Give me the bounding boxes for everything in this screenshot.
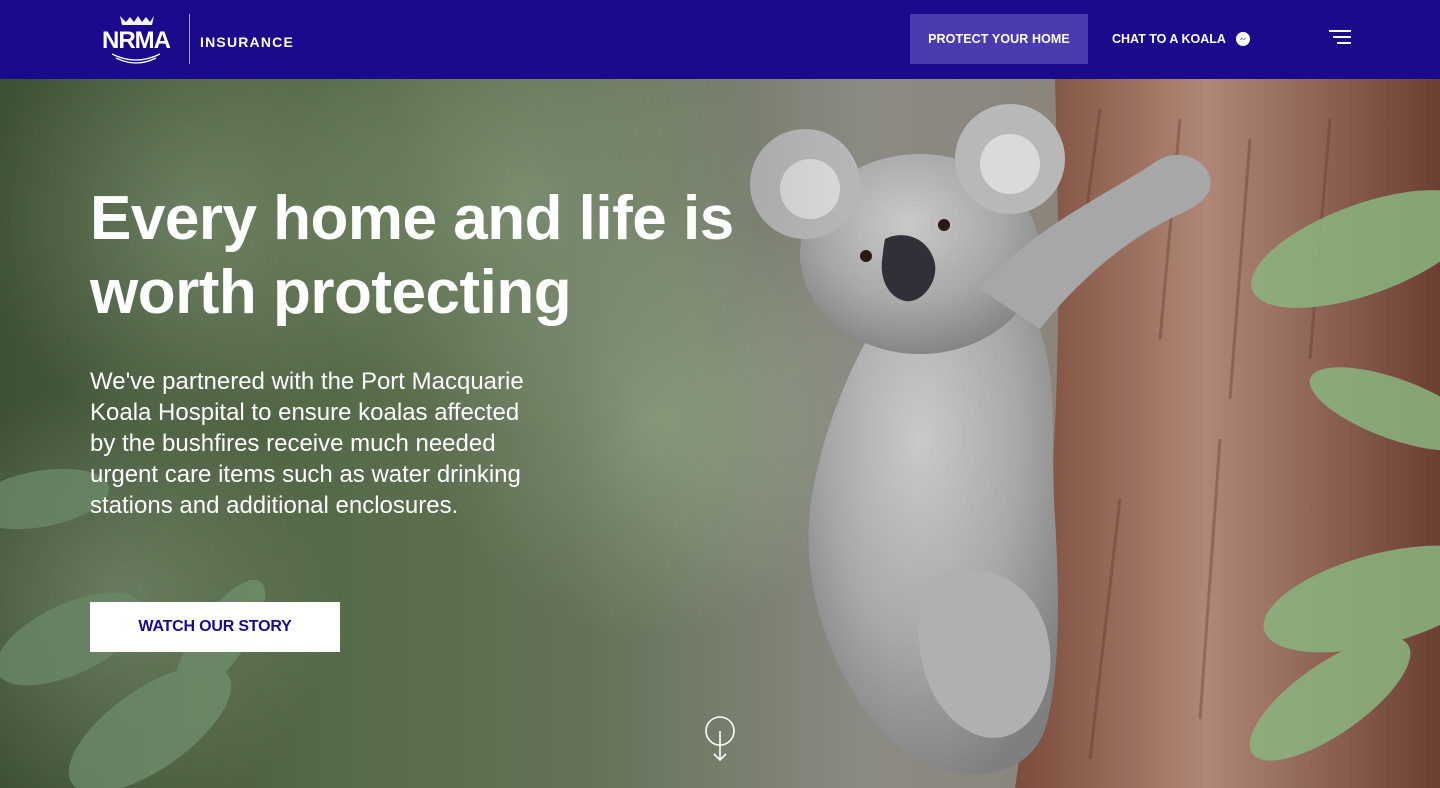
chat-label: CHAT TO A KOALA — [1112, 32, 1226, 46]
watch-our-story-button[interactable]: WATCH OUR STORY — [90, 602, 340, 652]
svg-text:NRMA: NRMA — [102, 27, 171, 54]
scroll-down-icon-svg — [705, 716, 735, 762]
logo-divider — [189, 14, 190, 64]
logo-subtitle: INSURANCE — [200, 34, 295, 50]
chat-to-a-koala-link[interactable]: CHAT TO A KOALA — [1112, 14, 1250, 64]
hero-description: We've partnered with the Port Macquarie … — [90, 368, 524, 519]
messenger-icon — [1235, 32, 1250, 46]
scroll-down-icon[interactable] — [703, 716, 737, 764]
hamburger-menu-icon[interactable] — [1329, 30, 1351, 46]
nrma-logo[interactable]: NRMA — [90, 14, 182, 66]
hero-section: Every home and life is worth protecting … — [0, 79, 1440, 788]
protect-your-home-button[interactable]: PROTECT YOUR HOME — [910, 14, 1088, 64]
site-header: NRMA INSURANCE PROTECT YOUR HOME CHAT TO… — [0, 0, 1440, 79]
hero-headline: Every home and life is worth protecting — [90, 184, 734, 327]
